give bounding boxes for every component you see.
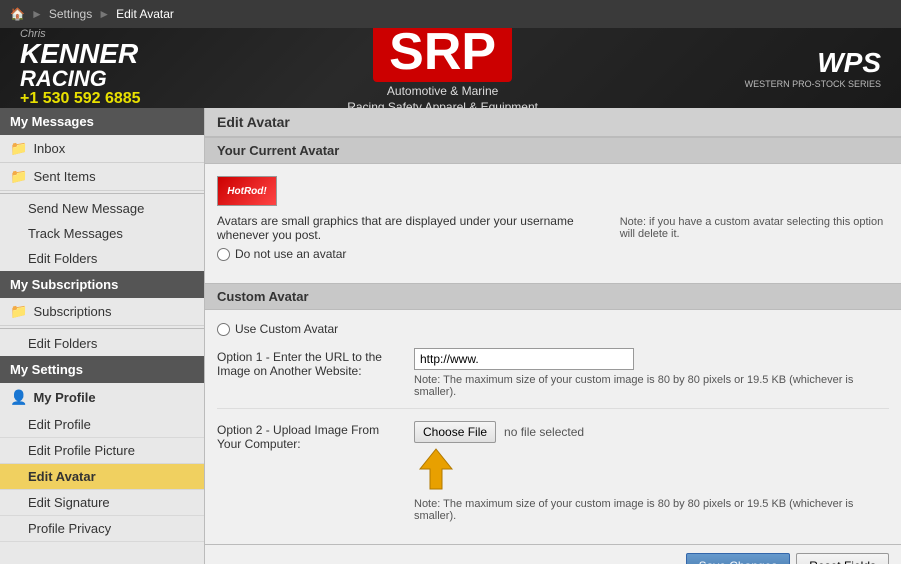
current-avatar-body: HotRod! Avatars are small graphics that …: [205, 164, 901, 283]
avatar-img-text: HotRod!: [227, 186, 266, 197]
no-avatar-note: Note: if you have a custom avatar select…: [620, 214, 889, 240]
url-input[interactable]: [414, 348, 634, 370]
settings-header: My Settings: [0, 356, 204, 383]
save-changes-button[interactable]: Save Changes: [686, 553, 791, 564]
avatar-note: Avatars are small graphics that are disp…: [217, 214, 600, 242]
no-file-text: no file selected: [504, 425, 584, 439]
sent-label: Sent Items: [33, 169, 95, 184]
subscriptions-header: My Subscriptions: [0, 271, 204, 298]
my-profile-label: My Profile: [33, 390, 95, 405]
breadcrumb-separator2: ►: [98, 7, 110, 21]
custom-avatar-body: Use Custom Avatar Option 1 - Enter the U…: [205, 310, 901, 544]
action-bar: Save Changes Reset Fields: [205, 544, 901, 564]
option1-control: Note: The maximum size of your custom im…: [414, 348, 889, 398]
sidebar-item-sent[interactable]: 📁 Sent Items: [0, 163, 204, 191]
banner-srp: SRP Automotive & Marine Racing Safety Ap…: [141, 28, 745, 108]
no-avatar-radio[interactable]: [217, 248, 230, 261]
reset-fields-button[interactable]: Reset Fields: [796, 553, 889, 564]
no-avatar-label: Do not use an avatar: [235, 247, 346, 261]
content-area: Edit Avatar Your Current Avatar HotRod! …: [205, 108, 901, 564]
banner-right: WPS WESTERN PRO-STOCK SERIES: [745, 47, 881, 89]
sidebar-item-edit-profile[interactable]: Edit Profile: [0, 412, 204, 438]
wps-logo: WPS: [745, 47, 881, 79]
messages-section: My Messages 📁 Inbox 📁 Sent Items Send Ne…: [0, 108, 204, 271]
settings-section: My Settings 👤 My Profile Edit Profile Ed…: [0, 356, 204, 542]
option1-row: Option 1 - Enter the URL to the Image on…: [217, 348, 889, 409]
use-custom-label: Use Custom Avatar: [235, 322, 338, 336]
sidebar-item-subscriptions[interactable]: 📁 Subscriptions: [0, 298, 204, 326]
subscriptions-section: My Subscriptions 📁 Subscriptions Edit Fo…: [0, 271, 204, 356]
upload-note: Note: The maximum size of your custom im…: [414, 498, 889, 522]
profile-icon: 👤: [10, 389, 27, 406]
messages-header: My Messages: [0, 108, 204, 135]
home-icon[interactable]: 🏠: [10, 7, 25, 21]
banner: Chris KENNER RACING +1 530 592 6885 SRP …: [0, 28, 901, 108]
kenner-name: KENNER: [20, 40, 138, 68]
inbox-icon: 📁: [10, 140, 27, 157]
content-header: Edit Avatar: [205, 108, 901, 137]
use-custom-radio[interactable]: [217, 323, 230, 336]
kenner-racing: RACING: [20, 68, 107, 90]
inbox-label: Inbox: [33, 141, 65, 156]
sent-icon: 📁: [10, 168, 27, 185]
sidebar-item-track-messages[interactable]: Track Messages: [0, 221, 204, 246]
breadcrumb-separator: ►: [31, 7, 43, 21]
wps-sub: WESTERN PRO-STOCK SERIES: [745, 79, 881, 89]
option2-row: Option 2 - Upload Image From Your Comput…: [217, 421, 889, 532]
arrow-indicator: [414, 447, 889, 494]
srp-line2: Racing Safety Apparel & Equipment: [141, 100, 745, 108]
sidebar-item-inbox[interactable]: 📁 Inbox: [0, 135, 204, 163]
banner-phone: +1 530 592 6885: [20, 90, 141, 108]
settings-link[interactable]: Settings: [49, 7, 92, 21]
sidebar-item-edit-signature[interactable]: Edit Signature: [0, 490, 204, 516]
srp-line1: Automotive & Marine: [141, 84, 745, 98]
sidebar-item-edit-profile-picture[interactable]: Edit Profile Picture: [0, 438, 204, 464]
breadcrumb: 🏠 ► Settings ► Edit Avatar: [0, 0, 901, 28]
custom-avatar-title: Custom Avatar: [205, 283, 901, 310]
subscriptions-label: Subscriptions: [33, 304, 111, 319]
subscriptions-icon: 📁: [10, 303, 27, 320]
current-page-label: Edit Avatar: [116, 7, 174, 21]
current-avatar-title: Your Current Avatar: [205, 137, 901, 164]
srp-logo: SRP: [373, 28, 512, 82]
option2-control: Choose File no file selected Note: The m…: [414, 421, 889, 522]
choose-file-button[interactable]: Choose File: [414, 421, 496, 443]
my-profile-header[interactable]: 👤 My Profile: [0, 383, 204, 412]
sidebar-item-profile-privacy[interactable]: Profile Privacy: [0, 516, 204, 542]
option2-label: Option 2 - Upload Image From Your Comput…: [217, 421, 402, 451]
banner-kenner: Chris KENNER RACING +1 530 592 6885: [20, 28, 141, 108]
url-note: Note: The maximum size of your custom im…: [414, 374, 889, 398]
sidebar-item-edit-folders-messages[interactable]: Edit Folders: [0, 246, 204, 271]
sidebar-item-edit-avatar[interactable]: Edit Avatar: [0, 464, 204, 490]
avatar-image: HotRod!: [217, 176, 277, 206]
sidebar: My Messages 📁 Inbox 📁 Sent Items Send Ne…: [0, 108, 205, 564]
option1-label: Option 1 - Enter the URL to the Image on…: [217, 348, 402, 378]
sidebar-item-edit-folders-subs[interactable]: Edit Folders: [0, 331, 204, 356]
sidebar-item-send-message[interactable]: Send New Message: [0, 196, 204, 221]
